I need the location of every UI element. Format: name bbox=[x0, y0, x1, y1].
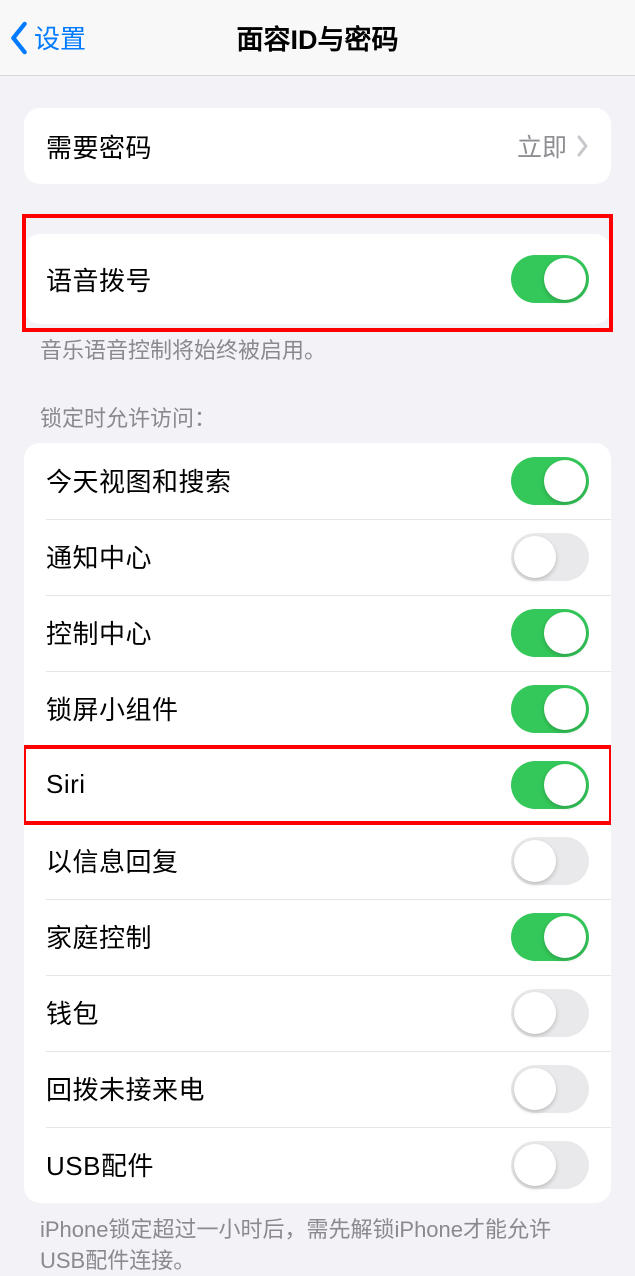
lock-access-row: 家庭控制 bbox=[24, 899, 611, 975]
page-title: 面容ID与密码 bbox=[237, 18, 399, 57]
lock-access-item-label: 锁屏小组件 bbox=[46, 690, 179, 727]
lock-access-row: 通知中心 bbox=[24, 519, 611, 595]
back-button[interactable]: 设置 bbox=[8, 19, 86, 56]
lock-access-footer: iPhone锁定超过一小时后，需先解锁iPhone才能允许USB配件连接。 bbox=[40, 1215, 595, 1276]
lock-access-toggle[interactable] bbox=[511, 1065, 589, 1113]
lock-access-row: 以信息回复 bbox=[24, 823, 611, 899]
lock-access-toggle[interactable] bbox=[511, 457, 589, 505]
lock-access-item-label: 通知中心 bbox=[46, 538, 152, 575]
lock-access-item-label: 控制中心 bbox=[46, 614, 152, 651]
lock-access-row: USB配件 bbox=[24, 1127, 611, 1203]
lock-access-header: 锁定时允许访问： bbox=[40, 401, 595, 433]
lock-access-toggle[interactable] bbox=[511, 761, 589, 809]
require-passcode-label: 需要密码 bbox=[46, 128, 152, 165]
voice-dial-toggle[interactable] bbox=[511, 255, 589, 303]
passcode-group: 需要密码 立即 bbox=[24, 108, 611, 184]
lock-access-group: 今天视图和搜索通知中心控制中心锁屏小组件 Siri 以信息回复家庭控制钱包回拨未接来… bbox=[24, 443, 611, 1203]
lock-access-toggle[interactable] bbox=[511, 533, 589, 581]
lock-access-row: 控制中心 bbox=[24, 595, 611, 671]
lock-access-toggle[interactable] bbox=[511, 989, 589, 1037]
lock-access-toggle[interactable] bbox=[511, 837, 589, 885]
back-label: 设置 bbox=[34, 19, 86, 56]
voice-dial-row: 语音拨号 bbox=[24, 234, 611, 324]
lock-access-row: 今天视图和搜索 bbox=[24, 443, 611, 519]
lock-access-row: 锁屏小组件 bbox=[24, 671, 611, 747]
lock-access-item-label: 今天视图和搜索 bbox=[46, 462, 232, 499]
lock-access-item-label: Siri bbox=[46, 769, 86, 800]
lock-access-item-label: 钱包 bbox=[46, 994, 99, 1031]
voice-dial-group: 语音拨号 bbox=[24, 234, 611, 324]
lock-access-toggle[interactable] bbox=[511, 1141, 589, 1189]
lock-access-toggle[interactable] bbox=[511, 913, 589, 961]
voice-dial-label: 语音拨号 bbox=[46, 261, 152, 298]
voice-dial-footer: 音乐语音控制将始终被启用。 bbox=[40, 336, 595, 367]
require-passcode-row[interactable]: 需要密码 立即 bbox=[24, 108, 611, 184]
chevron-right-icon bbox=[577, 135, 589, 157]
lock-access-row: 钱包 bbox=[24, 975, 611, 1051]
lock-access-toggle[interactable] bbox=[511, 685, 589, 733]
require-passcode-value: 立即 bbox=[517, 128, 567, 164]
lock-access-row: 回拨未接来电 bbox=[24, 1051, 611, 1127]
lock-access-toggle[interactable] bbox=[511, 609, 589, 657]
lock-access-item-label: 以信息回复 bbox=[46, 842, 179, 879]
chevron-left-icon bbox=[8, 21, 30, 55]
lock-access-row: Siri bbox=[24, 747, 611, 823]
lock-access-item-label: USB配件 bbox=[46, 1146, 154, 1183]
nav-header: 设置 面容ID与密码 bbox=[0, 0, 635, 76]
lock-access-item-label: 回拨未接来电 bbox=[46, 1070, 205, 1107]
lock-access-item-label: 家庭控制 bbox=[46, 918, 152, 955]
